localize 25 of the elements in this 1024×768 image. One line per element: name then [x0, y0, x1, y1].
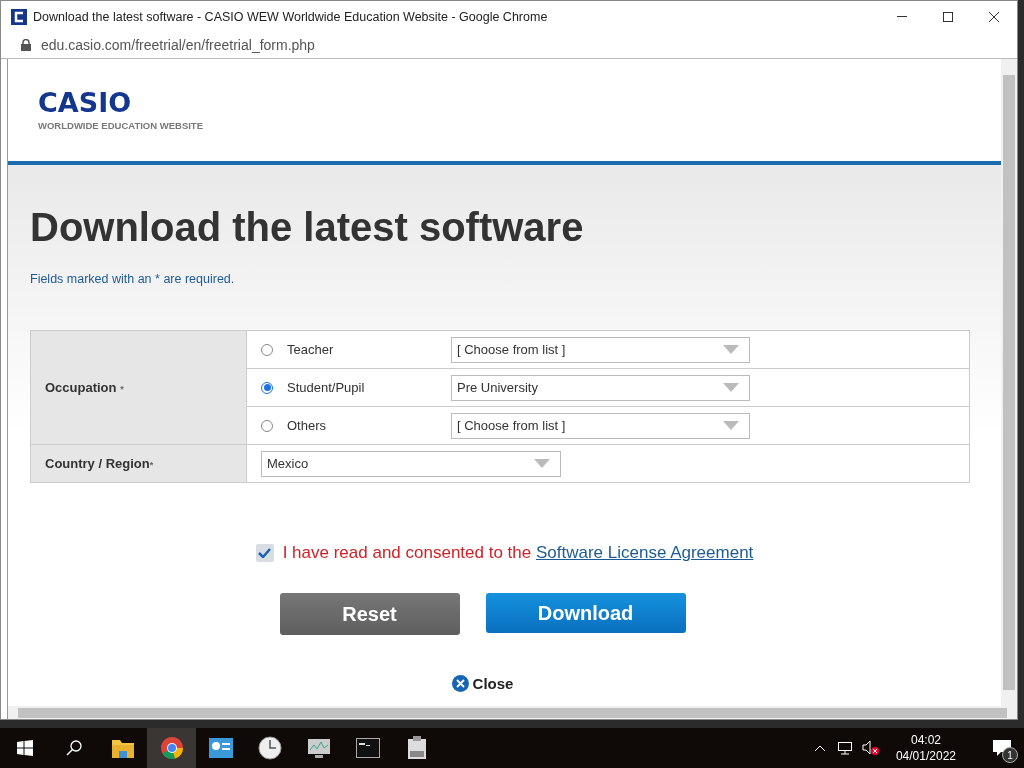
consent-text: I have read and consented to the Software License Agreement — [282, 543, 754, 563]
required-mark: * — [149, 460, 154, 470]
option-label: Student/Pupil — [287, 380, 366, 395]
clock-time[interactable]: 04:02 — [910, 733, 941, 747]
field-label: Occupation — [45, 380, 117, 395]
dropdown[interactable]: Mexico — [261, 450, 561, 477]
window-title: Download the latest software - CASIO WEW Worldwide Education Website - Google Chrome — [33, 9, 549, 24]
address-url[interactable]: edu.casio.com/freetrial/en/freetrial_form.php — [41, 37, 315, 53]
required-mark: * — [120, 384, 124, 394]
reset-button[interactable]: Reset — [279, 593, 460, 635]
close-button[interactable]: Close — [451, 675, 514, 692]
dropdown[interactable]: [ Choose from list ] — [451, 412, 750, 439]
logo-subtitle: WORLDWIDE EDUCATION WEBSITE — [38, 120, 204, 131]
option-label: Others — [287, 418, 327, 433]
required-note: Fields marked with an * are required. — [30, 272, 236, 286]
field-label: Country / Region — [45, 456, 150, 471]
notification-count: 1 — [1002, 747, 1018, 763]
download-button[interactable]: Download — [485, 593, 686, 633]
license-link[interactable]: Software License Agreement — [535, 543, 754, 562]
option-label: Teacher — [287, 342, 335, 357]
casio-logo[interactable]: CASIO — [38, 89, 1001, 116]
page-heading: Download the latest software — [30, 205, 585, 250]
clock-date[interactable]: 04/01/2022 — [895, 749, 956, 763]
dropdown[interactable]: [ Choose from list ] — [451, 336, 750, 363]
dropdown[interactable]: Pre University — [451, 374, 750, 401]
